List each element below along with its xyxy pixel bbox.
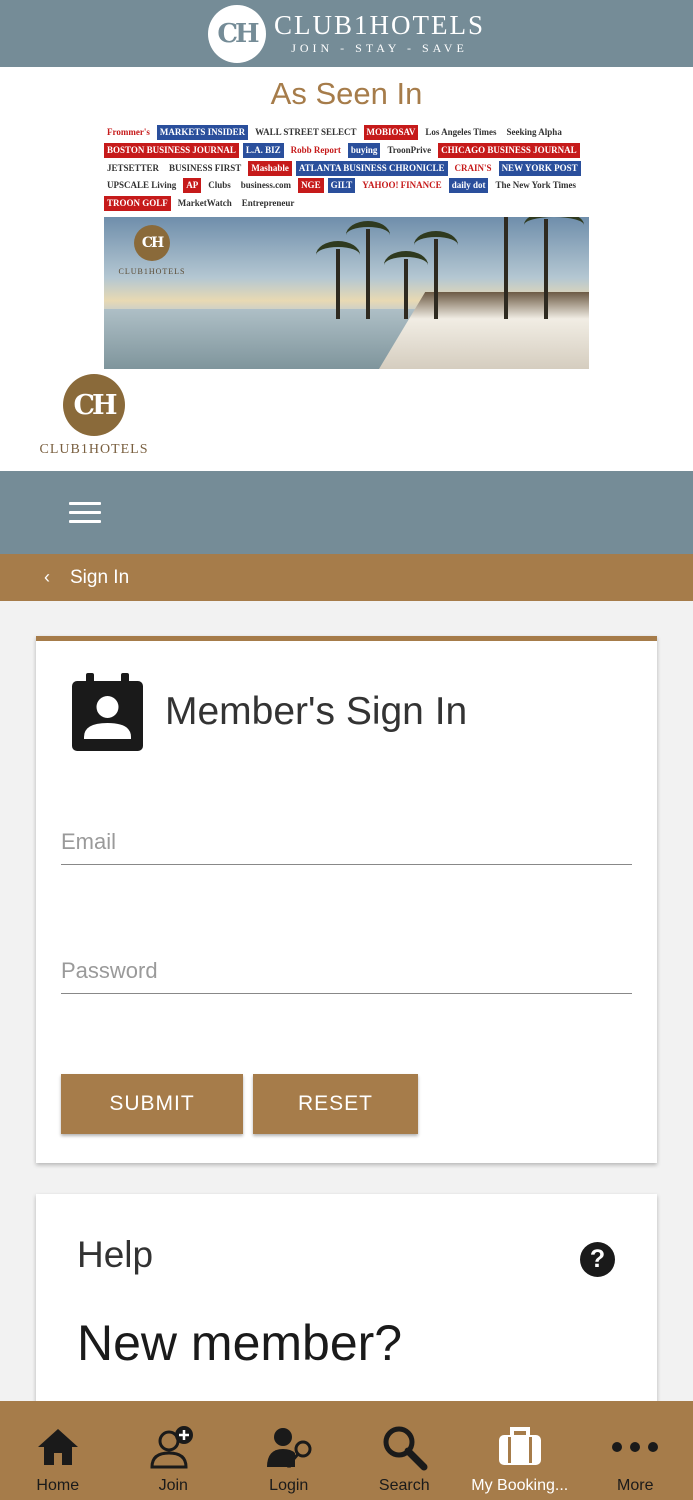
banner-logo-mark: CH xyxy=(134,225,170,261)
press-logo: MARKETS INSIDER xyxy=(156,125,249,140)
press-logo: MOBIOSAV xyxy=(363,125,419,140)
password-field-wrap xyxy=(61,953,632,994)
nav-label: My Booking... xyxy=(471,1477,569,1494)
resort-banner-image: CH CLUB1HOTELS xyxy=(104,217,589,369)
press-logo: Clubs xyxy=(208,180,231,191)
press-logo: Robb Report xyxy=(290,144,341,155)
press-logo: NEW YORK POST xyxy=(498,160,581,176)
brand-header: CH CLUB1HOTELS JOIN - STAY - SAVE xyxy=(0,0,693,67)
press-logo: L.A. BIZ xyxy=(242,142,284,158)
brand-name: CLUB1HOTELS xyxy=(274,10,485,40)
help-icon[interactable]: ? xyxy=(580,1242,615,1277)
press-logo: MarketWatch xyxy=(177,198,232,208)
add-user-icon xyxy=(150,1426,194,1469)
email-field-wrap xyxy=(61,824,632,865)
banner-logo: CH CLUB1HOTELS xyxy=(112,225,192,276)
signin-title: Member's Sign In xyxy=(165,690,468,733)
site-logo[interactable]: CH CLUB1HOTELS xyxy=(34,374,154,458)
bottom-nav: Home Join Login Search My Booking... Mor… xyxy=(0,1401,693,1500)
press-logo: Los Angeles Times xyxy=(425,127,497,137)
nav-label: Search xyxy=(378,1477,430,1494)
press-logo: CHICAGO BUSINESS JOURNAL xyxy=(438,142,580,158)
brand-logo[interactable]: CH CLUB1HOTELS JOIN - STAY - SAVE xyxy=(208,4,485,63)
nav-home[interactable]: Home xyxy=(3,1401,113,1500)
nav-my-bookings[interactable]: My Booking... xyxy=(465,1401,575,1500)
menu-bar xyxy=(0,471,693,554)
press-logo: buying xyxy=(347,142,381,158)
new-member-heading: New member? xyxy=(77,1315,403,1371)
nav-search[interactable]: Search xyxy=(349,1401,459,1500)
press-logo: Seeking Alpha xyxy=(506,127,562,137)
brand-mark-icon: CH xyxy=(208,4,266,63)
nav-join[interactable]: Join xyxy=(118,1401,228,1500)
nav-more[interactable]: More xyxy=(580,1401,690,1500)
press-logo: TroonPrive xyxy=(387,144,432,155)
press-logo: BUSINESS FIRST xyxy=(169,162,242,173)
briefcase-icon xyxy=(498,1427,541,1465)
help-title: Help xyxy=(77,1234,154,1275)
brand-mark-text: CH xyxy=(217,18,259,49)
home-icon xyxy=(37,1429,78,1465)
site-logo-label: CLUB1HOTELS xyxy=(39,442,149,457)
press-logo: WALL STREET SELECT xyxy=(255,127,357,137)
nav-label: Join xyxy=(158,1477,188,1494)
press-logo: The New York Times xyxy=(495,180,577,191)
hamburger-menu-icon[interactable] xyxy=(69,502,101,524)
press-logo: BOSTON BUSINESS JOURNAL xyxy=(104,142,239,158)
breadcrumb: ‹ Sign In xyxy=(0,554,693,601)
banner-logo-label: CLUB1HOTELS xyxy=(118,267,186,276)
nav-label: More xyxy=(617,1477,654,1494)
press-logo: Mashable xyxy=(248,160,292,176)
breadcrumb-title[interactable]: Sign In xyxy=(70,567,129,589)
contact-card-icon xyxy=(72,673,143,751)
press-logo: GILT xyxy=(327,178,356,194)
press-logo: UPSCALE Living xyxy=(107,180,177,191)
as-seen-in-title: As Seen In xyxy=(270,76,423,111)
press-logo: Frommer's xyxy=(107,127,150,137)
site-logo-mark-text: CH xyxy=(73,389,118,421)
search-icon xyxy=(383,1426,428,1471)
press-logo: Entrepreneur xyxy=(241,198,295,208)
press-logo: AP xyxy=(183,178,202,194)
reset-button[interactable]: RESET xyxy=(253,1074,418,1134)
press-logo: NGE xyxy=(298,178,324,194)
press-logo: daily dot xyxy=(448,178,489,194)
press-logo: business.com xyxy=(240,180,292,191)
nav-login[interactable]: Login xyxy=(234,1401,344,1500)
press-logo: CRAIN'S xyxy=(454,162,492,173)
brand-tagline: JOIN - STAY - SAVE xyxy=(291,41,468,55)
as-seen-in-section: As Seen In Frommer's MARKETS INSIDER WALL … xyxy=(0,67,693,471)
signin-card: Member's Sign In SUBMIT RESET xyxy=(36,636,657,1163)
key-user-icon xyxy=(266,1428,312,1469)
press-logos: Frommer's MARKETS INSIDER WALL STREET SELE… xyxy=(104,125,588,211)
press-logo: JETSETTER xyxy=(107,162,160,173)
chevron-left-icon[interactable]: ‹ xyxy=(44,567,58,588)
submit-button[interactable]: SUBMIT xyxy=(61,1074,243,1134)
site-logo-mark: CH xyxy=(63,374,125,436)
nav-label: Home xyxy=(36,1477,80,1494)
help-card: Help ? New member? xyxy=(36,1194,657,1434)
password-field[interactable] xyxy=(61,953,632,989)
press-logo: YAHOO! FINANCE xyxy=(362,180,442,191)
press-logo: ATLANTA BUSINESS CHRONICLE xyxy=(295,160,448,176)
press-logo: TROON GOLF xyxy=(104,196,171,211)
nav-label: Login xyxy=(269,1477,309,1494)
email-field[interactable] xyxy=(61,824,632,860)
more-dots-icon xyxy=(612,1442,659,1452)
